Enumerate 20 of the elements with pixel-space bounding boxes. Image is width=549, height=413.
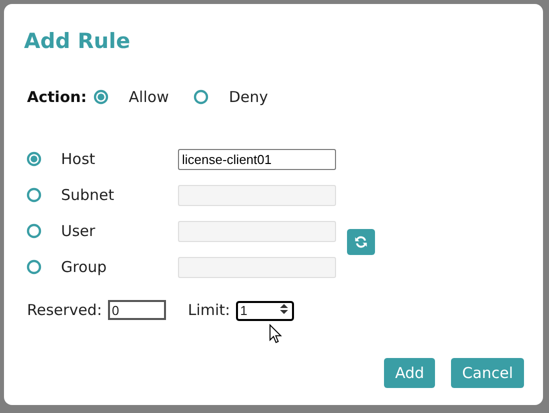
- limit-label: Limit:: [188, 300, 230, 321]
- refresh-button[interactable]: [347, 229, 375, 255]
- option-label: Deny: [228, 87, 268, 108]
- reserved-field[interactable]: 0: [108, 300, 166, 320]
- radio-button[interactable]: [26, 151, 42, 167]
- limit-field[interactable]: 1: [236, 300, 294, 320]
- radio-button[interactable]: [92, 89, 109, 106]
- text-field[interactable]: license-client01: [178, 148, 336, 170]
- target-label: User: [61, 220, 96, 242]
- spinner-arrows-icon[interactable]: [279, 303, 290, 315]
- target-label: Host: [61, 148, 96, 170]
- action-label: Action:: [27, 87, 87, 108]
- target-label: Subnet: [61, 184, 116, 206]
- refresh-icon: [353, 234, 369, 250]
- dialog-title: Add Rule: [24, 28, 130, 55]
- mouse-pointer-icon: [269, 324, 282, 344]
- option-label: Allow: [128, 87, 169, 108]
- target-label: Group: [61, 256, 108, 278]
- reserved-label: Reserved:: [27, 300, 102, 321]
- radio-button[interactable]: [192, 89, 209, 106]
